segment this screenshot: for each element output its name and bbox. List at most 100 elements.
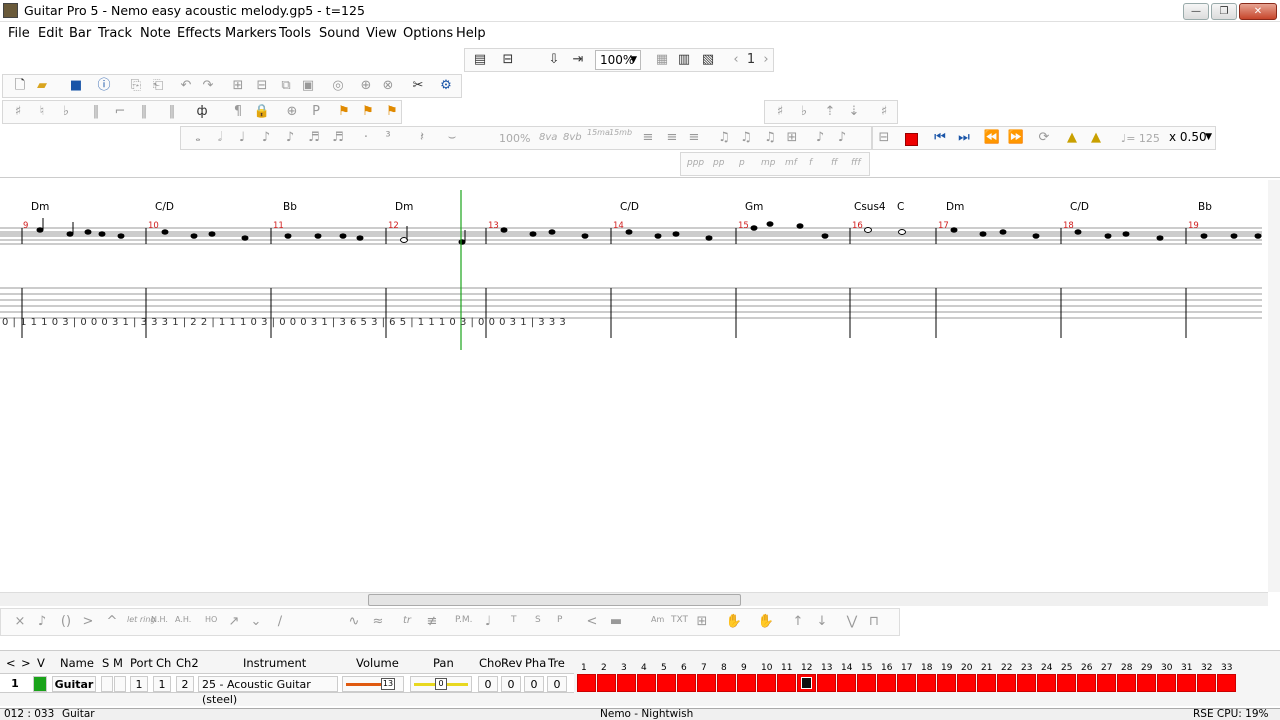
horizontal-scroll-icon[interactable]: ⇥ xyxy=(569,51,587,69)
redo-icon[interactable]: ↷ xyxy=(199,77,217,95)
delete-bar-icon[interactable]: ⊟ xyxy=(253,77,271,95)
coda-icon[interactable]: ф xyxy=(193,103,211,121)
tremolo-picking-icon[interactable]: ≢ xyxy=(423,613,441,631)
new-file-icon[interactable]: 🗋 xyxy=(11,77,29,95)
menu-tools[interactable]: Tools xyxy=(279,26,311,41)
save-icon[interactable]: ■ xyxy=(67,77,85,95)
pop-button[interactable]: P xyxy=(557,615,562,625)
bar-grid-cell[interactable] xyxy=(637,674,656,692)
dynamic-fff[interactable]: fff xyxy=(851,158,861,168)
bar-grid-cell[interactable] xyxy=(1177,674,1196,692)
bar-props-icon[interactable]: ▣ xyxy=(299,77,317,95)
bar-grid-cell[interactable] xyxy=(1097,674,1116,692)
bar-grid-cell[interactable] xyxy=(657,674,676,692)
menu-view[interactable]: View xyxy=(366,26,397,41)
track-visible-toggle[interactable] xyxy=(33,676,47,692)
close-button[interactable]: ✕ xyxy=(1239,3,1277,20)
marker-add-icon[interactable]: ⚑ xyxy=(335,103,353,121)
ottava-15ma[interactable]: 15ma xyxy=(587,128,610,137)
menu-help[interactable]: Help xyxy=(456,26,486,41)
page-view-icon[interactable]: ▤ xyxy=(471,51,489,69)
repeat-close-icon[interactable]: ‖ xyxy=(135,103,153,121)
score-area[interactable]: Dm C/D Bb Dm C/D Gm Csus4 C Dm C/D Bb 9 … xyxy=(0,180,1268,590)
dynamic-ppp[interactable]: ppp xyxy=(687,158,704,168)
open-file-icon[interactable]: ▰ xyxy=(33,77,51,95)
vertical-scroll-icon[interactable]: ⇩ xyxy=(545,51,563,69)
horizontal-scrollbar[interactable] xyxy=(0,592,1268,606)
bar-grid-cell[interactable] xyxy=(857,674,876,692)
downstroke-icon[interactable]: ⋁ xyxy=(843,613,861,631)
eighth-note-icon[interactable]: ♪ xyxy=(257,129,275,147)
dynamic-p[interactable]: p xyxy=(739,158,745,168)
volume-slider[interactable]: 13 xyxy=(342,676,404,692)
bar-grid-cell[interactable] xyxy=(617,674,636,692)
track-next-button[interactable]: > xyxy=(21,656,31,670)
tremolo-value[interactable]: 0 xyxy=(547,676,567,692)
velocity-label[interactable]: 100% xyxy=(499,132,530,145)
next-page-icon[interactable]: › xyxy=(757,51,775,69)
screen-view-icon[interactable]: ⊟ xyxy=(499,51,517,69)
add-track-icon[interactable]: ⊕ xyxy=(357,77,375,95)
info-icon[interactable]: ⓘ xyxy=(95,77,113,95)
restore-button[interactable]: ❐ xyxy=(1211,3,1237,20)
alternate-ending-icon[interactable]: ⌐ xyxy=(111,103,129,121)
double-bar-icon[interactable]: ‖ xyxy=(163,103,181,121)
whammy-icon[interactable]: ⌄ xyxy=(247,613,265,631)
slide-icon[interactable]: ∕ xyxy=(271,613,289,631)
vibrato-icon[interactable]: ∿ xyxy=(345,613,363,631)
transpose-up-icon[interactable]: ♯ xyxy=(771,103,789,121)
dead-note-icon[interactable]: × xyxy=(11,613,29,631)
break-beam-icon[interactable]: ♫ xyxy=(761,129,779,147)
dynamic-mf[interactable]: mf xyxy=(785,158,797,168)
zoom-select[interactable]: 100% ▼ xyxy=(595,50,641,70)
half-note-icon[interactable]: 𝅗𝅥 xyxy=(211,129,229,147)
fretboard-icon[interactable]: ▥ xyxy=(675,51,693,69)
enharmonic-icon[interactable]: ♯ xyxy=(875,103,893,121)
marker-next-icon[interactable]: ⚑ xyxy=(383,103,401,121)
insert-bar-icon[interactable]: ⊞ xyxy=(229,77,247,95)
artificial-harmonic-button[interactable]: A.H. xyxy=(175,615,191,624)
track-channel2[interactable]: 2 xyxy=(176,676,194,692)
upstroke-icon[interactable]: ⊓ xyxy=(865,613,883,631)
bar-grid-cell[interactable] xyxy=(1057,674,1076,692)
bend-icon[interactable]: ↗ xyxy=(225,613,243,631)
bar-grid-cell[interactable] xyxy=(877,674,896,692)
menu-effects[interactable]: Effects xyxy=(177,26,221,41)
track-props-icon[interactable]: ◎ xyxy=(329,77,347,95)
mixer-icon[interactable]: ⊞ xyxy=(693,613,711,631)
section-add-icon[interactable]: ⊕ xyxy=(283,103,301,121)
tap-button[interactable]: T xyxy=(511,615,517,625)
palm-mute-button[interactable]: P.M. xyxy=(455,615,473,625)
bar-grid-cell[interactable] xyxy=(1217,674,1236,692)
cut-icon[interactable]: ⎘ xyxy=(127,77,145,95)
multitrack-icon[interactable]: ▦ xyxy=(653,51,671,69)
bar-grid-cell[interactable] xyxy=(977,674,996,692)
bar-grid-cell[interactable] xyxy=(997,674,1016,692)
bar-grid-cell[interactable] xyxy=(1077,674,1096,692)
bar-grid-cell[interactable] xyxy=(737,674,756,692)
text-button[interactable]: TXT xyxy=(671,615,688,625)
bar-grid-cell[interactable] xyxy=(937,674,956,692)
fast-forward-icon[interactable]: ⏩ xyxy=(1007,129,1025,147)
menu-bar-item[interactable]: Bar xyxy=(69,26,91,41)
undo-icon[interactable]: ↶ xyxy=(177,77,195,95)
lock-icon[interactable]: 🔒 xyxy=(253,103,271,121)
natural-harmonic-button[interactable]: N.H. xyxy=(151,615,168,624)
flat-icon[interactable]: ♭ xyxy=(57,103,75,121)
trill-button[interactable]: tr xyxy=(403,615,411,626)
stem-icon[interactable]: ♪ xyxy=(833,129,851,147)
menu-markers[interactable]: Markers xyxy=(225,26,277,41)
pan-slider[interactable]: 0 xyxy=(410,676,472,692)
slap-button[interactable]: S xyxy=(535,615,541,625)
track-instrument[interactable]: 25 - Acoustic Guitar (steel) xyxy=(198,676,338,706)
track-channel[interactable]: 1 xyxy=(153,676,171,692)
bar-grid-cell[interactable] xyxy=(1137,674,1156,692)
pilcrow-icon[interactable]: ¶ xyxy=(229,103,247,121)
bar-grid-cell[interactable] xyxy=(597,674,616,692)
quarter-note-icon[interactable]: ♩ xyxy=(233,129,251,147)
bar-grid-cell[interactable] xyxy=(917,674,936,692)
chorus-value[interactable]: 0 xyxy=(478,676,498,692)
menu-sound[interactable]: Sound xyxy=(319,26,360,41)
track-row[interactable]: 1 Guitar 1 1 2 25 - Acoustic Guitar (ste… xyxy=(0,673,574,706)
paste-icon[interactable]: ⎗ xyxy=(149,77,167,95)
